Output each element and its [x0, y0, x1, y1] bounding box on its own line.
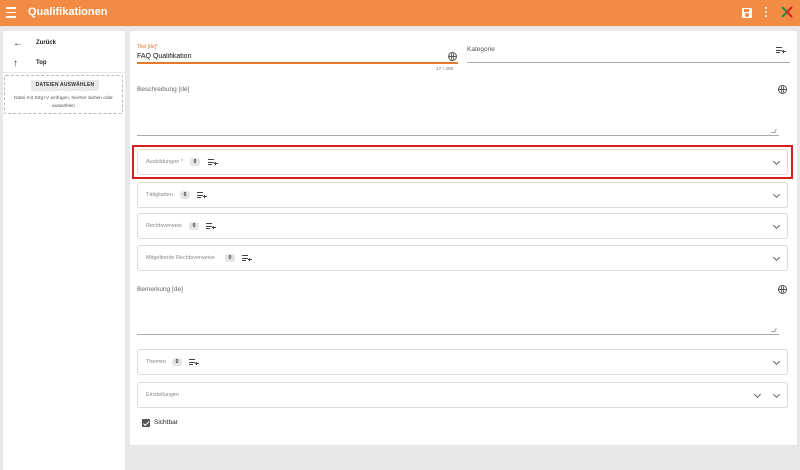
category-field[interactable] — [467, 62, 790, 63]
chevron-down-icon[interactable] — [772, 221, 781, 230]
count-badge: 0 — [172, 358, 182, 366]
chevron-down-icon[interactable] — [772, 190, 781, 199]
section-mitgeltende-rechtsverweise[interactable]: Mitgeltende Rechtsverweise 0 — [137, 245, 788, 271]
main-form: Titel [de]* 17 / 250 Kategorie Beschreib… — [130, 31, 797, 445]
category-label: Kategorie — [467, 46, 495, 53]
title-input[interactable] — [137, 51, 447, 61]
globe-icon[interactable] — [778, 285, 787, 294]
back-button[interactable]: ← Zurück — [3, 34, 125, 52]
section-label: Einstellungen — [146, 392, 180, 398]
arrow-left-icon: ← — [13, 37, 23, 49]
visible-checkbox[interactable] — [142, 419, 150, 427]
count-badge: 0 — [189, 222, 199, 230]
playlist-add-icon[interactable] — [206, 223, 216, 230]
playlist-add-icon[interactable] — [189, 359, 199, 366]
menu-icon[interactable] — [6, 7, 16, 19]
section-einstellungen[interactable]: Einstellungen — [137, 382, 788, 408]
section-label: Themen — [146, 359, 167, 365]
section-taetigkeiten[interactable]: Tätigkeiten 0 — [137, 182, 788, 208]
globe-icon[interactable] — [778, 85, 787, 94]
count-badge: 0 — [225, 254, 235, 262]
resize-handle-icon[interactable] — [771, 129, 777, 133]
top-app-bar: Qualifikationen — [0, 0, 800, 26]
back-label: Zurück — [36, 40, 57, 46]
globe-icon[interactable] — [448, 52, 457, 61]
more-vert-icon[interactable] — [764, 7, 768, 19]
chevron-down-icon[interactable] — [772, 390, 781, 399]
section-label: Mitgeltende Rechtsverweise — [146, 255, 215, 261]
chevron-down-icon[interactable] — [753, 390, 762, 399]
title-char-counter: 17 / 250 — [436, 67, 454, 72]
title-label: Titel [de]* — [137, 44, 158, 50]
section-label: Tätigkeiten — [146, 192, 173, 198]
count-badge: 0 — [180, 191, 190, 199]
top-label: Top — [36, 60, 47, 66]
playlist-add-icon[interactable] — [197, 192, 207, 199]
remark-field[interactable] — [137, 334, 779, 335]
chevron-down-icon[interactable] — [772, 253, 781, 262]
visible-label: Sichtbar — [154, 419, 178, 426]
playlist-add-icon[interactable] — [242, 255, 252, 262]
arrow-up-icon: ↑ — [13, 57, 18, 69]
logo-icon — [781, 6, 793, 18]
file-dropzone[interactable]: DATEIEN AUSWÄHLEN Datei mit Strg+V einfü… — [4, 75, 123, 114]
chevron-down-icon[interactable] — [772, 357, 781, 366]
dropzone-hint: Datei mit Strg+V einfügen, hierher ziehe… — [14, 96, 113, 109]
sidebar: ← Zurück ↑ Top DATEIEN AUSWÄHLEN Datei m… — [3, 31, 125, 470]
description-label: Beschreibung [de] — [137, 86, 190, 93]
description-field[interactable] — [137, 135, 779, 136]
divider — [3, 72, 125, 73]
select-files-button[interactable]: DATEIEN AUSWÄHLEN — [31, 80, 99, 91]
section-label: Rechtsverweis — [146, 223, 182, 229]
playlist-add-icon[interactable] — [776, 47, 786, 54]
section-themen[interactable]: Themen 0 — [137, 349, 788, 375]
highlight-frame — [132, 145, 793, 179]
top-button[interactable]: ↑ Top — [3, 54, 125, 72]
remark-label: Bemerkung [de] — [137, 286, 183, 293]
title-underline — [137, 62, 458, 64]
page-title: Qualifikationen — [28, 6, 108, 18]
resize-handle-icon[interactable] — [771, 328, 777, 332]
section-rechtsverweis[interactable]: Rechtsverweis 0 — [137, 213, 788, 239]
save-icon[interactable] — [742, 8, 752, 18]
